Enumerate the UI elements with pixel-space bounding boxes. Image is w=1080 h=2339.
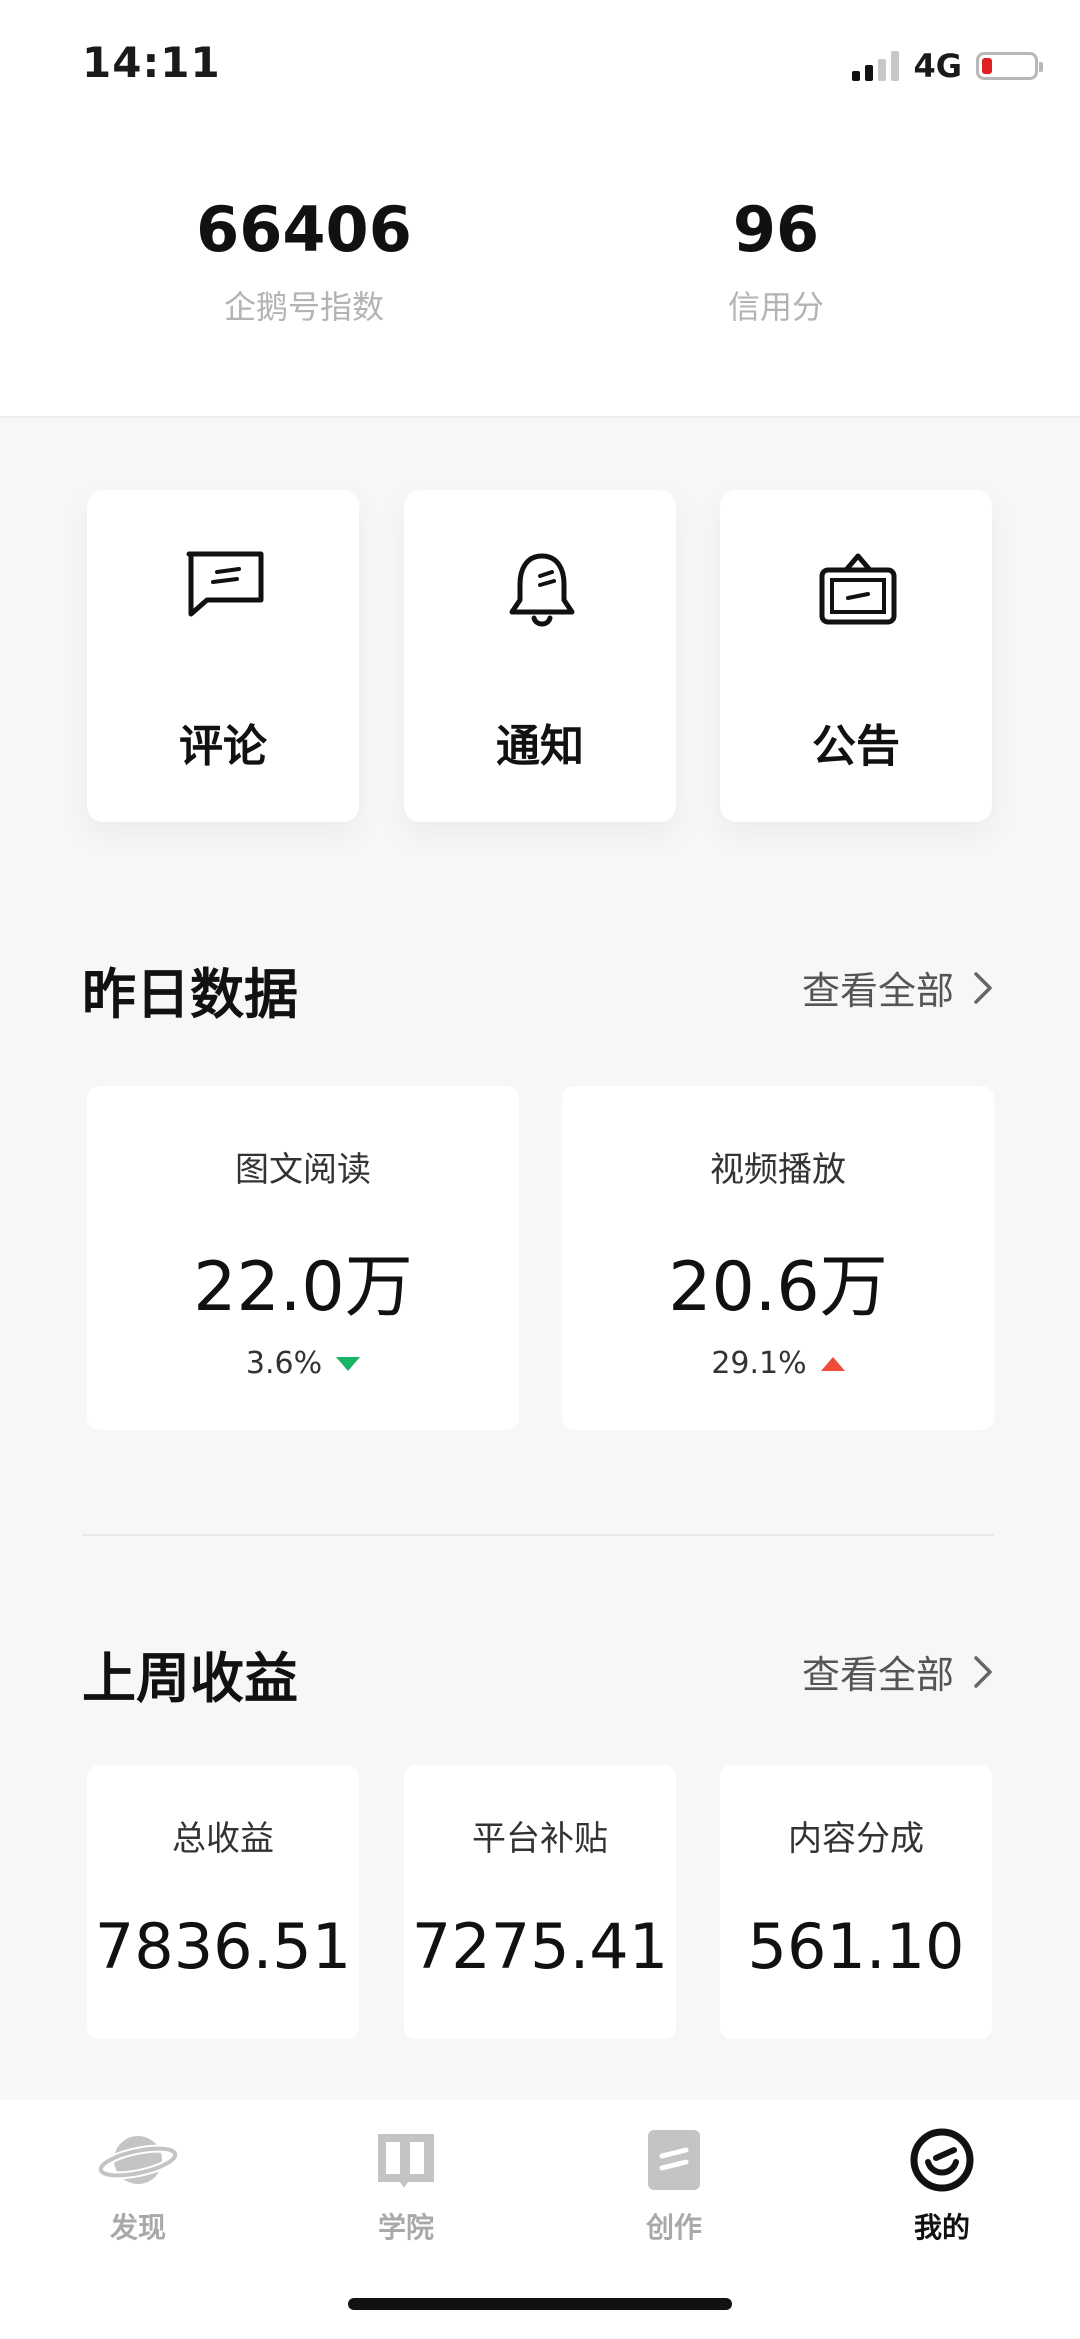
stat-label: 企鹅号指数 (223, 288, 384, 326)
network-type: 4G (913, 47, 962, 85)
status-time: 14:11 (82, 38, 221, 87)
tab-label: 学院 (377, 2211, 434, 2244)
profile-icon (910, 2128, 974, 2192)
comment-icon (186, 551, 264, 617)
tab-create[interactable]: 创作 (574, 2122, 774, 2246)
notification-label: 通知 (496, 721, 584, 772)
planet-icon (96, 2136, 180, 2184)
earn-value: 7836.51 (94, 1910, 352, 1983)
stat-value: 66406 (196, 193, 412, 266)
trend-up-icon (820, 1356, 845, 1371)
stat-penguin-index[interactable]: 66406 企鹅号指数 (124, 190, 484, 328)
battery-icon (976, 52, 1043, 80)
earnings-see-all-link[interactable]: 查看全部 (802, 1644, 994, 1699)
last-week-earnings-title: 上周收益 (82, 1647, 298, 1710)
chevron-right-icon (974, 1655, 992, 1688)
announcement-icon (819, 553, 897, 625)
announcement-label: 公告 (812, 721, 900, 772)
earn-value: 561.10 (747, 1910, 965, 1983)
see-all-label: 查看全部 (801, 1653, 954, 1697)
comment-card[interactable]: 评论 (87, 490, 359, 822)
chevron-right-icon (974, 971, 992, 1004)
trend-down-icon (336, 1356, 361, 1371)
signal-icon (852, 51, 900, 81)
video-plays-card[interactable]: 视频播放 20.6万 29.1% (562, 1086, 994, 1430)
tab-profile[interactable]: 我的 (842, 2122, 1042, 2246)
total-earnings-card[interactable]: 总收益 7836.51 (87, 1765, 359, 2039)
yesterday-data-title: 昨日数据 (82, 963, 298, 1026)
edit-icon (648, 2130, 700, 2190)
bell-icon (509, 553, 575, 627)
content-share-card[interactable]: 内容分成 561.10 (720, 1765, 992, 2039)
change-percent: 29.1% (711, 1346, 807, 1381)
tab-label: 发现 (109, 2211, 166, 2244)
yesterday-see-all-link[interactable]: 查看全部 (802, 960, 994, 1015)
status-indicators: 4G (852, 46, 1043, 86)
data-change: 29.1% (562, 1346, 994, 1381)
data-change: 3.6% (87, 1346, 519, 1381)
data-value: 20.6万 (668, 1248, 888, 1327)
see-all-label: 查看全部 (801, 969, 954, 1013)
tab-label: 创作 (645, 2211, 702, 2244)
earn-label: 总收益 (172, 1819, 274, 1859)
comment-label: 评论 (179, 721, 267, 772)
change-percent: 3.6% (245, 1346, 323, 1381)
stat-label: 信用分 (727, 288, 824, 326)
tab-academy[interactable]: 学院 (306, 2122, 506, 2246)
stat-value: 96 (732, 193, 820, 266)
book-icon (378, 2134, 434, 2188)
stat-credit-score[interactable]: 96 信用分 (596, 190, 956, 328)
status-bar: 14:11 4G (0, 0, 1080, 130)
data-value: 22.0万 (193, 1248, 413, 1327)
earn-label: 平台补贴 (472, 1819, 608, 1859)
notification-card[interactable]: 通知 (404, 490, 676, 822)
tab-discover[interactable]: 发现 (38, 2122, 238, 2246)
platform-subsidy-card[interactable]: 平台补贴 7275.41 (404, 1765, 676, 2039)
announcement-card[interactable]: 公告 (720, 490, 992, 822)
earn-value: 7275.41 (411, 1910, 669, 1983)
data-label: 视频播放 (710, 1150, 846, 1190)
tab-label: 我的 (913, 2211, 970, 2244)
account-stats: 66406 企鹅号指数 96 信用分 (0, 130, 1080, 418)
section-divider (82, 1534, 994, 1536)
article-reads-card[interactable]: 图文阅读 22.0万 3.6% (87, 1086, 519, 1430)
home-indicator (348, 2298, 732, 2310)
data-label: 图文阅读 (235, 1150, 371, 1190)
earn-label: 内容分成 (788, 1819, 924, 1859)
